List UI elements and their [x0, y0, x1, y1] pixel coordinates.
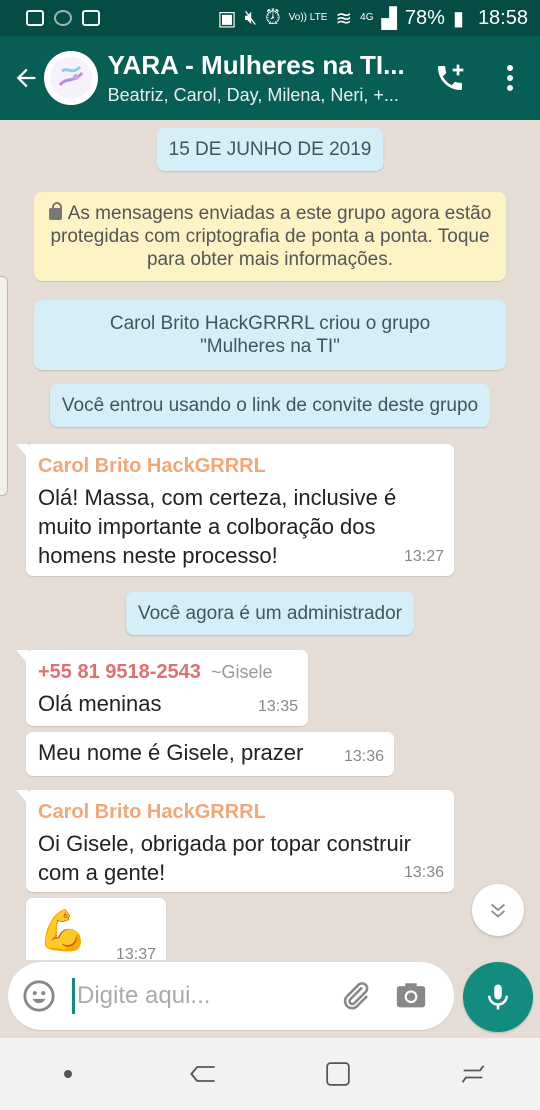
- sender-phone: +55 81 9518-2543: [38, 661, 201, 683]
- alarm-icon: ⏰︎: [265, 6, 281, 29]
- group-avatar[interactable]: [43, 51, 98, 105]
- date-chip: 15 DE JUNHO DE 2019: [156, 128, 384, 171]
- header-titles[interactable]: YARA - Mulheres na TI... Beatriz, Carol,…: [108, 50, 407, 106]
- nav-home-button[interactable]: [293, 1038, 383, 1110]
- camera-icon: [396, 983, 426, 1008]
- nfc-icon: ▣: [217, 7, 237, 30]
- dot-icon: [63, 1070, 72, 1078]
- camera-button[interactable]: [383, 979, 439, 1013]
- text-cursor: [72, 978, 75, 1014]
- group-title: YARA - Mulheres na TI...: [107, 50, 405, 80]
- message-time: 13:36: [403, 864, 444, 881]
- message-input-bar: [8, 962, 454, 1030]
- message-bubble[interactable]: Meu nome é Gisele, prazer 13:36: [26, 732, 394, 776]
- message-bubble[interactable]: 💪 13:37: [26, 898, 166, 960]
- nav-back-button[interactable]: [158, 1038, 248, 1110]
- voicemail-icon: [26, 10, 44, 26]
- encryption-notice[interactable]: As mensagens enviadas a este grupo agora…: [34, 192, 506, 281]
- voice-message-button[interactable]: [463, 962, 533, 1032]
- lock-icon: [48, 202, 62, 220]
- microphone-icon: [488, 984, 508, 1010]
- nav-dot-button[interactable]: [23, 1038, 113, 1110]
- system-nav-bar: [0, 1038, 540, 1110]
- data-saver-icon: [54, 10, 72, 26]
- lte-label: Vo)) LTE: [288, 12, 328, 23]
- status-left-icons: [26, 10, 100, 26]
- emoji-button[interactable]: [8, 979, 70, 1013]
- network-label: 4G: [360, 12, 374, 23]
- nav-recents-icon: [461, 1065, 484, 1083]
- attach-button[interactable]: [327, 979, 383, 1013]
- message-input[interactable]: [77, 982, 327, 1010]
- chat-area[interactable]: 15 DE JUNHO DE 2019 As mensagens enviada…: [0, 120, 540, 960]
- nav-recents-button[interactable]: [428, 1038, 518, 1110]
- joined-notice: Você entrou usando o link de convite des…: [49, 384, 491, 427]
- nav-back-icon: [189, 1066, 215, 1082]
- clock: 18:58: [477, 6, 528, 29]
- signal-icon: ▟: [381, 7, 397, 30]
- back-button[interactable]: [4, 36, 48, 120]
- emoji-icon: [23, 980, 55, 1012]
- message-time: 13:27: [403, 548, 444, 565]
- add-call-button[interactable]: [420, 36, 480, 120]
- message-text: Oi Gisele, obrigada por topar construir …: [38, 831, 411, 885]
- message-time: 13:37: [115, 946, 156, 960]
- group-created-notice: Carol Brito HackGRRRL criou o grupo "Mul…: [34, 300, 506, 370]
- side-edge-handle[interactable]: [0, 276, 8, 496]
- group-members: Beatriz, Carol, Day, Milena, Neri, +...: [107, 85, 399, 105]
- menu-button[interactable]: [480, 36, 540, 120]
- arrow-left-icon: [16, 68, 36, 88]
- message-bubble[interactable]: Carol Brito HackGRRRL Olá! Massa, com ce…: [16, 444, 454, 576]
- message-sender[interactable]: Carol Brito HackGRRRL: [38, 452, 442, 481]
- message-sender[interactable]: Carol Brito HackGRRRL: [38, 798, 442, 827]
- message-time: 13:36: [343, 748, 384, 765]
- paperclip-icon: [343, 982, 369, 1010]
- scroll-down-button[interactable]: [472, 884, 524, 936]
- double-chevron-down-icon: [490, 903, 506, 918]
- admin-notice: Você agora é um administrador: [125, 592, 415, 635]
- message-bubble[interactable]: +55 81 9518-2543 ~Gisele Olá meninas 13:3…: [16, 650, 308, 726]
- wifi-icon: ≋: [335, 7, 353, 30]
- sender-alias: ~Gisele: [210, 662, 273, 682]
- screenshot-icon: [82, 10, 100, 26]
- battery-icon: ▮: [452, 7, 464, 30]
- message-text: Meu nome é Gisele, prazer: [38, 740, 304, 765]
- battery-percent: 78%: [404, 6, 445, 29]
- mermaid-logo-icon: [49, 57, 92, 99]
- status-bar: ▣ 🔇︎ ⏰︎ Vo)) LTE ≋ 4G ▟ 78% ▮ 18:58: [0, 0, 540, 36]
- message-text: Olá! Massa, com certeza, inclusive é mui…: [38, 485, 397, 568]
- status-right-icons: ▣ 🔇︎ ⏰︎ Vo)) LTE ≋ 4G ▟ 78% ▮ 18:58: [218, 6, 528, 31]
- message-time: 13:35: [257, 698, 298, 715]
- add-call-icon: [438, 64, 464, 90]
- nav-home-icon: [325, 1062, 350, 1086]
- more-vert-icon: [507, 65, 514, 91]
- message-sender[interactable]: +55 81 9518-2543 ~Gisele: [38, 658, 296, 687]
- mute-icon: 🔇︎: [244, 6, 258, 29]
- encryption-notice-text: As mensagens enviadas a este grupo agora…: [50, 203, 492, 270]
- message-bubble[interactable]: Carol Brito HackGRRRL Oi Gisele, obrigad…: [16, 790, 454, 892]
- chat-header: YARA - Mulheres na TI... Beatriz, Carol,…: [0, 36, 540, 120]
